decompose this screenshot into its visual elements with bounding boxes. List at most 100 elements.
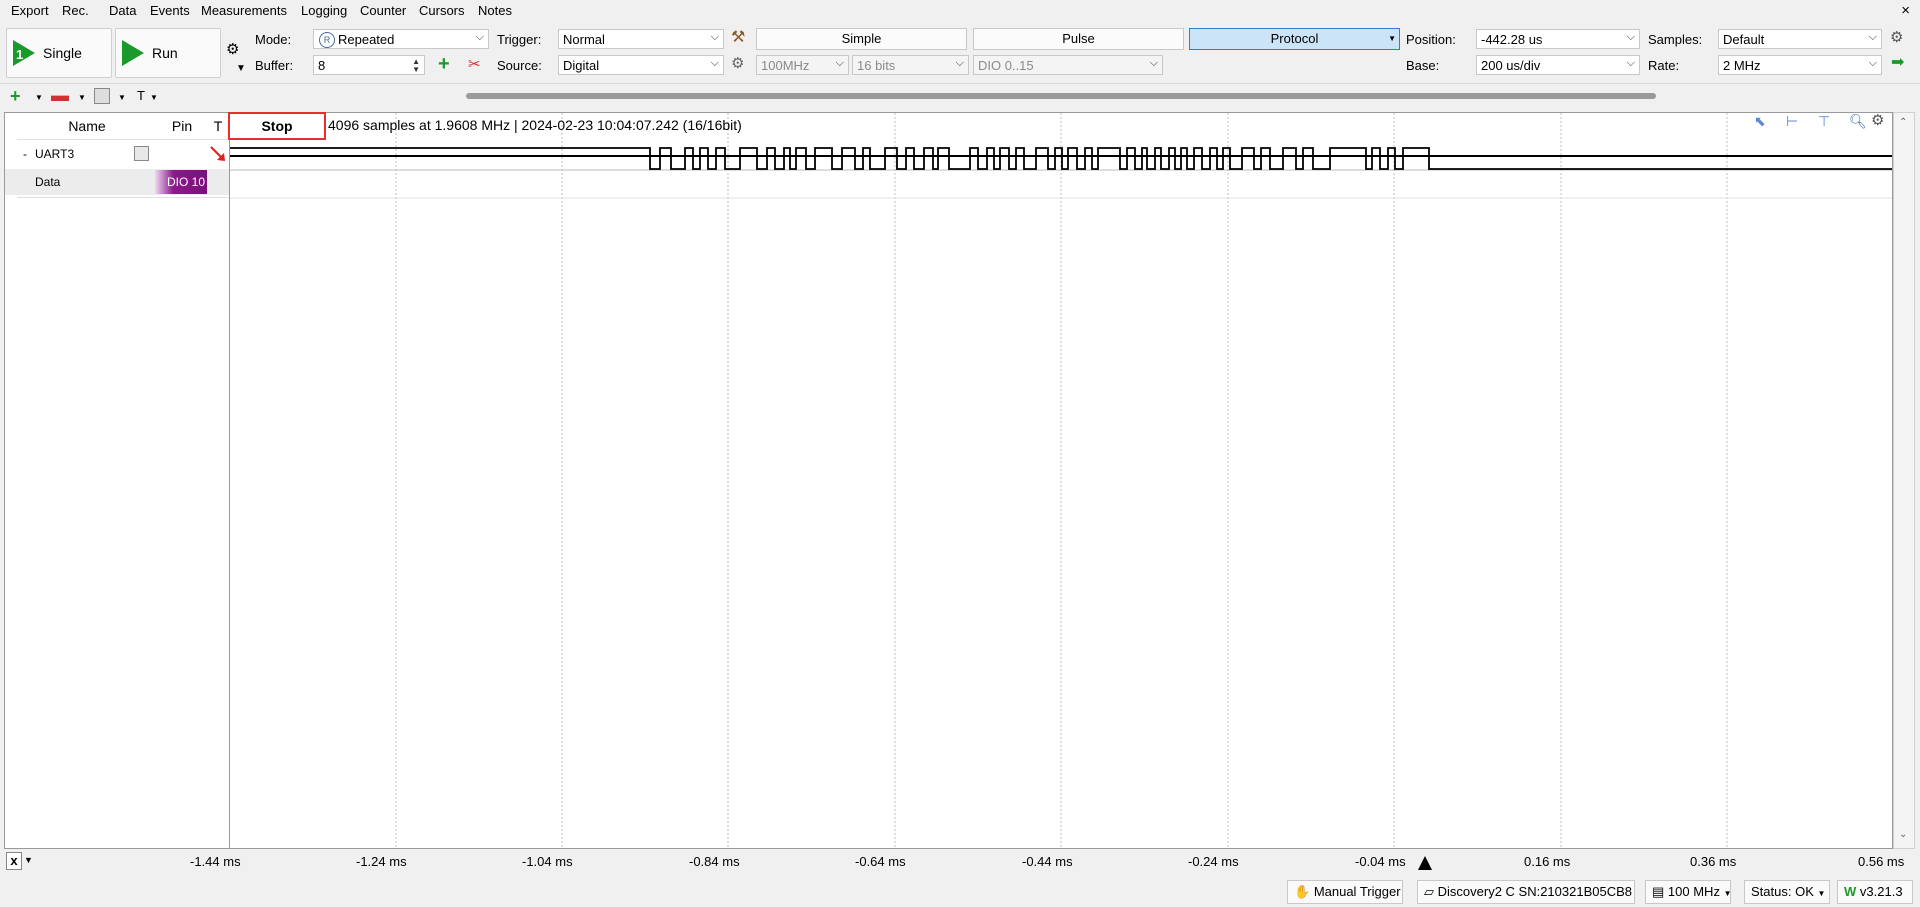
align-top-icon[interactable]: ⊤ — [1818, 114, 1830, 128]
cursor-icon[interactable]: ⬉ — [1754, 114, 1766, 128]
axis-x-button[interactable]: x — [6, 852, 22, 870]
waveform-plot[interactable] — [229, 112, 1893, 849]
chevron-down-icon[interactable]: ▼ — [118, 94, 126, 102]
time-tick: -0.04 ms — [1355, 854, 1406, 869]
chevron-down-icon: ⌵ — [1626, 31, 1635, 43]
stop-button[interactable]: Stop — [228, 112, 326, 140]
chevron-down-icon[interactable]: ⌄ — [1899, 829, 1907, 840]
column-t[interactable]: T — [207, 113, 229, 139]
add-icon[interactable]: + — [438, 54, 450, 74]
close-icon[interactable]: × — [1901, 2, 1910, 19]
bits-select[interactable]: 16 bits ⌵ — [852, 55, 969, 75]
menu-cursors[interactable]: Cursors — [419, 3, 465, 18]
version-button[interactable]: W v3.21.3 — [1837, 880, 1913, 904]
manual-trigger-label: Manual Trigger — [1313, 884, 1401, 899]
chevron-down-icon[interactable]: ▼ — [24, 855, 33, 865]
chevron-down-icon: ⌵ — [1868, 57, 1877, 69]
status-bar: ✋ Manual Trigger ▱ Discovery2 C SN:21032… — [0, 877, 1920, 907]
chevron-down-icon: ⌵ — [475, 31, 484, 43]
time-tick: -0.84 ms — [689, 854, 740, 869]
trigger-rate-value: 100MHz — [761, 58, 810, 73]
pin-badge[interactable]: DIO 10 — [155, 170, 207, 194]
device-button[interactable]: ▱ Discovery2 C SN:210321B05CB8 — [1417, 880, 1635, 904]
menu-notes[interactable]: Notes — [478, 3, 512, 18]
source-select[interactable]: Digital ⌵ — [558, 55, 724, 75]
trigger-select[interactable]: Normal ⌵ — [558, 29, 724, 49]
buffer-stepper[interactable]: 8 ▲ ▼ — [313, 55, 425, 75]
position-select[interactable]: -442.28 us ⌵ — [1476, 29, 1640, 49]
align-left-icon[interactable]: ⊢ — [1786, 114, 1798, 128]
run-icon — [122, 40, 144, 66]
scissors-icon[interactable]: ✂ — [468, 57, 481, 72]
dio-range-select[interactable]: DIO 0..15 ⌵ — [973, 55, 1163, 75]
chevron-down-icon: ▼ — [1723, 889, 1732, 898]
collapse-toggle[interactable]: - — [23, 141, 27, 167]
menu-counter[interactable]: Counter — [360, 3, 406, 18]
channel-style-icon[interactable] — [94, 88, 110, 104]
vertical-scrollbar[interactable]: ⌃ ⌄ — [1893, 112, 1915, 849]
trigger-position-marker-icon[interactable] — [1417, 855, 1433, 871]
channel-style-icon[interactable] — [134, 146, 149, 161]
channel-row-uart3[interactable]: - UART3 — [5, 141, 229, 167]
rate-select[interactable]: 2 MHz ⌵ — [1718, 55, 1882, 75]
trigger-arrow-icon[interactable] — [209, 145, 227, 163]
manual-trigger-button[interactable]: ✋ Manual Trigger — [1287, 880, 1403, 904]
chevron-down-icon[interactable]: ▼ — [150, 94, 158, 102]
menu-logging[interactable]: Logging — [301, 3, 347, 18]
menu-measurements[interactable]: Measurements — [201, 3, 287, 18]
position-value: -442.28 us — [1481, 32, 1543, 47]
remove-channel-icon[interactable]: ▬ — [51, 86, 69, 104]
chevron-down-icon[interactable]: ▼ — [35, 94, 43, 102]
rate-value: 2 MHz — [1723, 58, 1761, 73]
device-icon: ▱ — [1424, 884, 1434, 899]
acquisition-settings-gear-icon[interactable]: ⚙ — [226, 42, 239, 57]
hammer-icon[interactable]: ⚒ — [731, 30, 745, 46]
divider — [17, 197, 229, 198]
chevron-down-icon[interactable]: ▼ — [78, 94, 86, 102]
plot-settings-gear-icon[interactable]: ⚙ — [1871, 113, 1884, 128]
channel-toolbar: + ▼ ▬ ▼ ▼ T ▼ — [0, 84, 1920, 110]
waveform-canvas — [230, 113, 1892, 848]
zoom-icon[interactable]: 🔍︎ — [1849, 114, 1867, 128]
base-select[interactable]: 200 us/div ⌵ — [1476, 55, 1640, 75]
trigger-value: Normal — [563, 32, 605, 47]
add-channel-icon[interactable]: + — [10, 87, 21, 105]
mode-select[interactable]: R Repeated ⌵ — [313, 29, 489, 49]
acquisition-info: 4096 samples at 1.9608 MHz | 2024-02-23 … — [328, 117, 742, 133]
channel-row-data[interactable]: Data DIO 10 — [5, 169, 229, 195]
menu-events[interactable]: Events — [150, 3, 190, 18]
spin-arrows-icon[interactable]: ▲ ▼ — [412, 58, 420, 74]
trigger-rate-select[interactable]: 100MHz ⌵ — [756, 55, 849, 75]
t-menu[interactable]: T — [137, 89, 145, 102]
menu-rec[interactable]: Rec. — [62, 3, 89, 18]
trigger-settings-gear-icon[interactable]: ⚙ — [731, 56, 744, 71]
buffer-value: 8 — [318, 58, 326, 73]
dio-range-value: DIO 0..15 — [978, 58, 1034, 73]
settings-gear-icon[interactable]: ⚙ — [1890, 30, 1903, 45]
arrow-right-icon[interactable]: ➡ — [1891, 55, 1904, 71]
column-pin[interactable]: Pin — [157, 113, 207, 139]
hand-icon: ✋ — [1294, 884, 1311, 899]
column-name[interactable]: Name — [17, 113, 157, 139]
samples-select[interactable]: Default ⌵ — [1718, 29, 1882, 49]
clock-button[interactable]: ▤ 100 MHz ▼ — [1645, 880, 1732, 904]
chevron-down-icon: ⌵ — [710, 31, 719, 43]
tab-pulse[interactable]: Pulse — [973, 28, 1184, 50]
mode-label: Mode: — [255, 32, 292, 47]
rate-label: Rate: — [1648, 58, 1680, 73]
svg-text:1: 1 — [16, 47, 23, 62]
chevron-down-icon[interactable]: ▼ — [236, 64, 246, 74]
horizontal-scrollbar[interactable] — [466, 93, 1656, 99]
menu-export[interactable]: Export — [11, 3, 49, 18]
menu-data[interactable]: Data — [109, 3, 136, 18]
run-button[interactable]: Run — [115, 28, 221, 78]
chevron-up-icon[interactable]: ⌃ — [1899, 117, 1907, 128]
tab-simple[interactable]: Simple — [756, 28, 967, 50]
tab-protocol[interactable]: Protocol ▼ — [1189, 28, 1400, 50]
single-button[interactable]: 1 Single — [6, 28, 112, 78]
repeated-icon: R — [319, 32, 335, 48]
chevron-down-icon: ▼ — [1388, 34, 1396, 43]
samples-label: Samples: — [1648, 32, 1703, 47]
time-tick: 0.36 ms — [1690, 854, 1737, 869]
status-badge[interactable]: Status: OK ▼ — [1744, 880, 1830, 904]
